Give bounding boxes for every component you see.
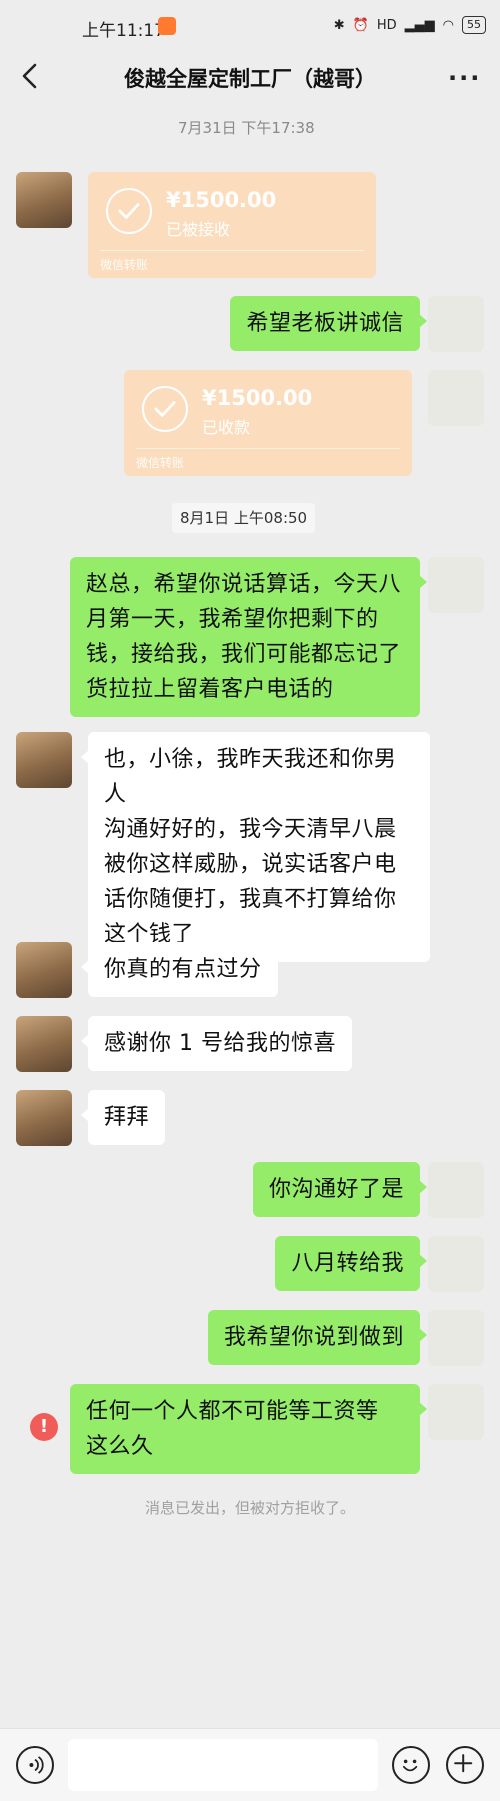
message-line: 货拉拉上留着客户电话的 [86, 677, 334, 702]
transfer-amount: ¥1500.00 [166, 188, 277, 212]
contact-avatar[interactable] [16, 732, 72, 788]
rejection-notice: 消息已发出，但被对方拒收了。 [144, 1499, 355, 1517]
transfer-card[interactable]: ¥1500.00 已收款 微信转账 [124, 370, 412, 476]
alarm-icon: ⏰ [352, 17, 369, 33]
status-indicators: ✱ ⏰ HD ▂▄▆ ◠ 55 [334, 16, 486, 34]
my-avatar[interactable] [428, 296, 484, 352]
wifi-icon: ◠ [442, 17, 454, 33]
timestamp: 7月31日 下午17:38 [178, 119, 315, 137]
sent-message-bubble[interactable]: 我希望你说到做到 [207, 1310, 428, 1365]
received-message-bubble[interactable]: 拜拜 [80, 1090, 166, 1145]
message-input[interactable] [68, 1739, 378, 1791]
timestamp: 8月1日 上午08:50 [172, 503, 316, 533]
send-failed-icon[interactable]: ! [30, 1413, 58, 1441]
message-line: 沟通好好的，我今天清早八晨 [104, 817, 397, 842]
contact-avatar[interactable] [16, 1090, 72, 1146]
status-time: 上午11:17 [82, 21, 165, 41]
transfer-card[interactable]: ¥1500.00 已被接收 微信转账 [88, 172, 376, 278]
sent-message-bubble[interactable]: 任何一个人都不可能等工资等 这么久 [70, 1384, 427, 1474]
my-avatar[interactable] [428, 1162, 484, 1218]
my-avatar[interactable] [428, 1310, 484, 1366]
emoji-icon[interactable] [392, 1746, 430, 1784]
bluetooth-icon: ✱ [333, 17, 345, 33]
message-line: 这么久 [86, 1434, 154, 1459]
chat-title: 俊越全屋定制工厂（越哥） [124, 67, 376, 91]
plus-icon[interactable] [446, 1746, 484, 1784]
message-line: 钱，接给我，我们可能都忘记了 [86, 642, 402, 667]
hd-signal-label: HD [376, 17, 397, 33]
received-message-bubble[interactable]: 也，小徐，我昨天我还和你男人 沟通好好的，我今天清早八晨 被你这样威胁，说实话客… [81, 732, 430, 962]
my-avatar[interactable] [428, 370, 484, 426]
transfer-amount: ¥1500.00 [202, 386, 313, 410]
check-icon [142, 386, 188, 432]
message-line: 被你这样威胁，说实话客户电 [104, 852, 397, 877]
my-avatar[interactable] [428, 557, 484, 613]
sent-message-bubble[interactable]: 希望老板讲诚信 [230, 296, 427, 351]
check-icon [106, 188, 152, 234]
contact-avatar[interactable] [16, 1016, 72, 1072]
message-line: 话你随便打，我真不打算给你 [104, 887, 397, 912]
my-avatar[interactable] [428, 1236, 484, 1292]
transfer-status: 已收款 [202, 418, 251, 437]
my-avatar[interactable] [428, 1384, 484, 1440]
contact-avatar[interactable] [16, 172, 72, 228]
battery-level: 55 [462, 16, 486, 34]
contact-avatar[interactable] [16, 942, 72, 998]
message-line: 月第一天，我希望你把剩下的 [86, 607, 379, 632]
message-line: 也，小徐，我昨天我还和你男人 [104, 747, 397, 807]
voice-input-icon[interactable] [16, 1746, 54, 1784]
sent-message-bubble[interactable]: 你沟通好了是 [252, 1162, 428, 1217]
message-line: 任何一个人都不可能等工资等 [86, 1399, 379, 1424]
transfer-label: 微信转账 [100, 258, 149, 272]
more-options-icon[interactable]: ··· [448, 64, 479, 92]
transfer-status: 已被接收 [166, 220, 231, 239]
signal-icon: ▂▄▆ [404, 17, 435, 33]
received-message-bubble[interactable]: 你真的有点过分 [81, 942, 278, 997]
transfer-divider [100, 250, 364, 251]
app-notification-icon [158, 17, 176, 35]
transfer-divider [136, 448, 400, 449]
sent-message-bubble[interactable]: 赵总，希望你说话算话，今天八 月第一天，我希望你把剩下的 钱，接给我，我们可能都… [70, 557, 427, 717]
received-message-bubble[interactable]: 感谢你 1 号给我的惊喜 [81, 1016, 352, 1071]
sent-message-bubble[interactable]: 八月转给我 [275, 1236, 427, 1291]
transfer-label: 微信转账 [136, 456, 185, 470]
message-line: 赵总，希望你说话算话，今天八 [86, 572, 402, 597]
